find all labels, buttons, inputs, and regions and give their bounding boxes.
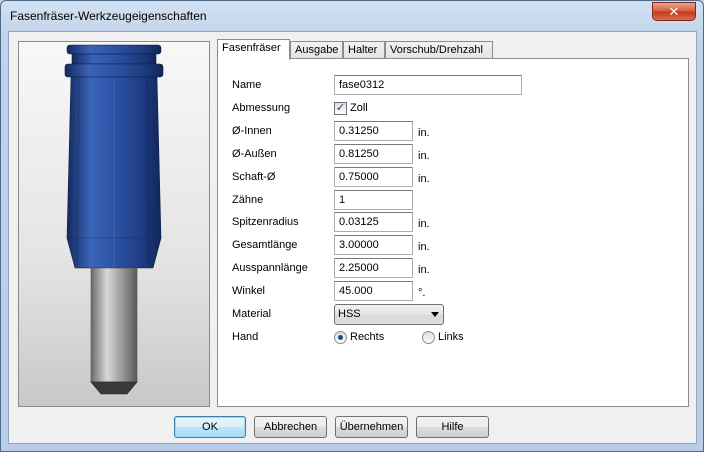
tool-preview: [18, 41, 210, 407]
winkel-unit: °.: [418, 287, 426, 299]
name-label: Name: [232, 79, 262, 91]
schaft-input[interactable]: 0.75000: [334, 167, 413, 187]
gesamtlaenge-unit: in.: [418, 241, 430, 253]
dialog-window: Fasenfräser-Werkzeugeigenschaften ✕ Fase…: [0, 0, 704, 452]
close-icon: ✕: [668, 4, 680, 19]
name-input[interactable]: fase0312: [334, 75, 522, 95]
zoll-checkbox[interactable]: ✓: [334, 102, 347, 115]
help-button[interactable]: Hilfe: [416, 416, 489, 438]
cancel-button[interactable]: Abbrechen: [254, 416, 327, 438]
title-bar[interactable]: Fasenfräser-Werkzeugeigenschaften ✕: [1, 1, 703, 31]
tab-vorschub-drehzahl[interactable]: Vorschub/Drehzahl: [385, 41, 493, 59]
material-value: HSS: [338, 308, 361, 320]
tab-ausgabe[interactable]: Ausgabe: [290, 41, 343, 59]
chamfer-mill-illustration: [19, 42, 209, 406]
innen-unit: in.: [418, 127, 430, 139]
spitzenradius-input[interactable]: 0.03125: [334, 212, 413, 232]
zaehne-input[interactable]: 1: [334, 190, 413, 210]
schaft-label: Schaft-Ø: [232, 171, 276, 183]
zaehne-label: Zähne: [232, 194, 264, 206]
links-radio[interactable]: [422, 331, 435, 344]
gesamtlaenge-input[interactable]: 3.00000: [334, 235, 413, 255]
winkel-label: Winkel: [232, 285, 266, 297]
innen-input[interactable]: 0.31250: [334, 121, 413, 141]
tab-panel-fasenfraeser: Name fase0312 Abmessung ✓ Zoll Ø-Innen 0…: [217, 58, 689, 407]
schaft-unit: in.: [418, 173, 430, 185]
rechts-radio[interactable]: [334, 331, 347, 344]
hand-label: Hand: [232, 331, 259, 343]
window-title: Fasenfräser-Werkzeugeigenschaften: [10, 9, 207, 23]
spitzenradius-unit: in.: [418, 218, 430, 230]
ausspannlaenge-label: Ausspannlänge: [232, 262, 308, 274]
aussen-label: Ø-Außen: [232, 148, 277, 160]
chevron-down-icon: [431, 312, 439, 317]
aussen-unit: in.: [418, 150, 430, 162]
spitzenradius-label: Spitzenradius: [232, 216, 299, 228]
zoll-checkbox-label: Zoll: [350, 102, 368, 114]
rechts-radio-label: Rechts: [350, 331, 385, 343]
winkel-input[interactable]: 45.000: [334, 281, 413, 301]
dialog-client-area: Fasenfräser Ausgabe Halter Vorschub/Dreh…: [8, 31, 697, 444]
apply-button[interactable]: Übernehmen: [335, 416, 408, 438]
links-radio-label: Links: [438, 331, 464, 343]
ausspannlaenge-input[interactable]: 2.25000: [334, 258, 413, 278]
aussen-input[interactable]: 0.81250: [334, 144, 413, 164]
abmessung-label: Abmessung: [232, 102, 291, 114]
innen-label: Ø-Innen: [232, 125, 272, 137]
material-label: Material: [232, 308, 272, 320]
gesamtlaenge-label: Gesamtlänge: [232, 239, 298, 251]
ok-button[interactable]: OK: [174, 416, 246, 438]
material-dropdown[interactable]: HSS: [334, 304, 444, 325]
tab-halter[interactable]: Halter: [343, 41, 385, 59]
close-button[interactable]: ✕: [652, 2, 696, 21]
tab-fasenfraeser[interactable]: Fasenfräser: [217, 39, 290, 60]
ausspannlaenge-unit: in.: [418, 264, 430, 276]
